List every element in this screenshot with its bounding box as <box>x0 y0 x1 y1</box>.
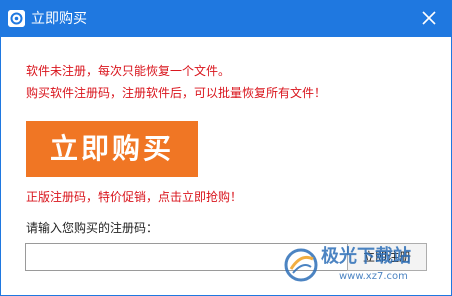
watermark-logo-icon <box>284 248 318 282</box>
app-logo-icon <box>8 10 25 27</box>
unregistered-notice: 软件未注册，每次只能恢复一个文件。 <box>26 64 231 78</box>
purchase-dialog: 立即购买 软件未注册，每次只能恢复一个文件。 购买软件注册码，注册软件后，可以批… <box>0 0 452 296</box>
buy-now-button[interactable]: 立即购买 <box>26 121 198 177</box>
close-button[interactable] <box>417 6 441 30</box>
registration-code-label: 请输入您购买的注册码： <box>26 221 159 235</box>
promo-link[interactable]: 正版注册码，特价促销，点击立即抢购！ <box>26 189 242 205</box>
site-watermark: 极光下载站 www.xz7.com <box>283 243 443 291</box>
purchase-notice: 购买软件注册码，注册软件后，可以批量恢复所有文件！ <box>26 86 327 100</box>
watermark-url: www.xz7.com <box>339 271 408 282</box>
close-icon <box>422 11 436 25</box>
window-title: 立即购买 <box>31 11 87 27</box>
title-bar[interactable]: 立即购买 <box>1 1 451 37</box>
watermark-name: 极光下载站 <box>321 246 411 267</box>
